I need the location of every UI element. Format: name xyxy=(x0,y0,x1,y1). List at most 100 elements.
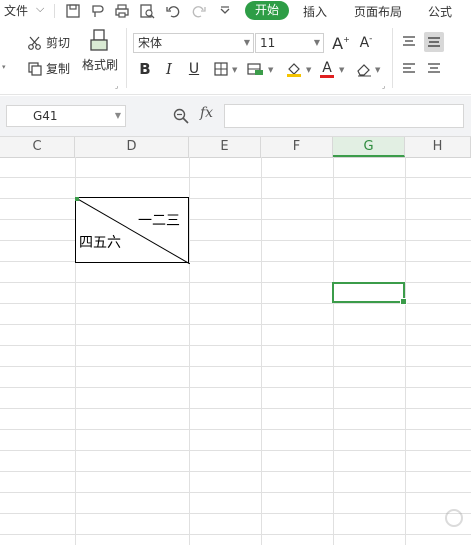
grid-column-line xyxy=(261,157,262,545)
format-painter-button[interactable]: 格式刷 xyxy=(82,28,118,73)
fill-style-icon[interactable] xyxy=(245,59,265,79)
scissors-icon xyxy=(28,36,41,50)
grid-row-line xyxy=(0,387,471,388)
tab-page-layout[interactable]: 页面布局 xyxy=(354,3,402,20)
grid-row-line xyxy=(0,429,471,430)
name-box[interactable]: G41 ▼ xyxy=(6,105,126,127)
formula-bar: G41 ▼ fx xyxy=(0,96,471,137)
tab-insert[interactable]: 插入 xyxy=(303,3,327,20)
font-color-label: A xyxy=(322,59,332,76)
borders-dropdown-arrow[interactable]: ▼ xyxy=(232,66,237,74)
divider xyxy=(392,28,393,88)
format-icon[interactable] xyxy=(88,2,106,20)
selected-cell[interactable] xyxy=(332,282,407,305)
font-color-swatch xyxy=(320,74,334,78)
column-header-e[interactable]: E xyxy=(189,137,261,157)
tab-start[interactable]: 开始 xyxy=(245,1,289,20)
formula-input[interactable] xyxy=(224,104,464,128)
align-top-icon[interactable] xyxy=(399,32,419,52)
grid-row-line xyxy=(0,408,471,409)
fill-color-icon[interactable] xyxy=(284,59,304,79)
chevron-down-icon: ▼ xyxy=(243,38,250,47)
copy-button[interactable]: 复制 xyxy=(27,60,70,77)
ribbon: ▾ 剪切 复制 格式刷 ⌟ 宋体 ▼ 11 ▼ A + A- B I U ▼ ▼ … xyxy=(0,22,471,95)
tab-formulas[interactable]: 公式 xyxy=(428,3,452,20)
paste-dropdown-arrow[interactable]: ▾ xyxy=(2,63,6,71)
cut-button[interactable]: 剪切 xyxy=(27,34,70,51)
cell-text-bottom-left: 四五六 xyxy=(79,235,121,251)
decrease-font-size-icon[interactable]: A- xyxy=(356,33,376,53)
watermark xyxy=(445,509,467,527)
font-expand-icon[interactable]: ⌟ xyxy=(382,82,385,90)
eraser-icon[interactable] xyxy=(354,59,374,79)
grid-row-line xyxy=(0,324,471,325)
name-box-value: G41 xyxy=(33,109,58,123)
print-preview-icon[interactable] xyxy=(138,2,156,20)
grid-row-line xyxy=(0,240,471,241)
cell-anchor-marker xyxy=(75,197,79,201)
spreadsheet-grid[interactable]: 一二三 四五六 xyxy=(0,157,471,545)
column-header-h[interactable]: H xyxy=(405,137,471,157)
grid-row-line xyxy=(0,534,471,535)
column-headers: C D E F G H xyxy=(0,137,471,158)
font-color-button[interactable]: A xyxy=(317,59,337,79)
grid-row-line xyxy=(0,450,471,451)
grid-row-line xyxy=(0,471,471,472)
borders-icon[interactable] xyxy=(211,59,231,79)
format-painter-label: 格式刷 xyxy=(82,58,119,72)
clipboard-expand-icon[interactable]: ⌟ xyxy=(115,82,118,90)
insert-function-button[interactable]: fx xyxy=(200,105,213,121)
eraser-dropdown-arrow[interactable]: ▼ xyxy=(375,66,380,74)
italic-button[interactable]: I xyxy=(159,59,179,79)
cut-label: 剪切 xyxy=(46,36,71,50)
font-size-select[interactable]: 11 ▼ xyxy=(255,33,324,53)
column-header-c[interactable]: C xyxy=(0,137,75,157)
grid-row-line xyxy=(0,219,471,220)
grid-column-line xyxy=(333,157,334,545)
bold-button[interactable]: B xyxy=(135,59,155,79)
font-size-value: 11 xyxy=(260,36,276,50)
font-color-dropdown-arrow[interactable]: ▼ xyxy=(339,66,344,74)
merged-cell-d[interactable]: 一二三 四五六 xyxy=(75,197,190,264)
format-painter-icon xyxy=(89,29,108,51)
column-header-d[interactable]: D xyxy=(75,137,189,157)
increase-font-size-icon[interactable]: A + xyxy=(331,33,351,53)
redo-icon[interactable] xyxy=(190,2,208,20)
chevron-down-icon: ▼ xyxy=(114,111,121,120)
font-name-value: 宋体 xyxy=(138,36,163,50)
grid-row-line xyxy=(0,261,471,262)
column-header-f[interactable]: F xyxy=(261,137,333,157)
zoom-formula-icon[interactable] xyxy=(172,107,190,125)
grid-column-line xyxy=(405,157,406,545)
underline-button[interactable]: U xyxy=(184,59,204,79)
align-middle-icon[interactable] xyxy=(424,32,444,52)
copy-icon xyxy=(28,61,42,76)
chevron-down-icon: ▼ xyxy=(313,38,320,47)
fill-style-dropdown-arrow[interactable]: ▼ xyxy=(268,66,273,74)
grid-row-line xyxy=(0,366,471,367)
align-left-icon[interactable] xyxy=(399,59,419,79)
diagonal-border-line xyxy=(76,198,190,264)
grid-row-line xyxy=(0,513,471,514)
copy-label: 复制 xyxy=(46,62,71,76)
cell-text-top-right: 一二三 xyxy=(138,213,180,229)
grid-row-line xyxy=(0,492,471,493)
chevron-down-icon[interactable]: ⌵ xyxy=(36,2,44,16)
file-menu[interactable]: 文件 xyxy=(4,2,28,19)
grid-row-line xyxy=(0,345,471,346)
print-icon[interactable] xyxy=(113,2,131,20)
align-center-icon[interactable] xyxy=(424,59,444,79)
menu-bar: 文件 ⌵ 开始 插入 页面布局 公式 xyxy=(0,0,471,22)
fill-handle[interactable] xyxy=(400,298,407,305)
grid-row-line xyxy=(0,198,471,199)
divider xyxy=(126,28,127,88)
watermark-logo-icon xyxy=(445,509,463,527)
customize-toolbar-icon[interactable] xyxy=(216,2,234,20)
grid-row-line xyxy=(0,177,471,178)
divider xyxy=(54,4,55,18)
save-icon[interactable] xyxy=(64,2,82,20)
undo-icon[interactable] xyxy=(164,2,182,20)
fill-color-dropdown-arrow[interactable]: ▼ xyxy=(306,66,311,74)
column-header-g[interactable]: G xyxy=(333,137,405,157)
font-name-select[interactable]: 宋体 ▼ xyxy=(133,33,254,53)
